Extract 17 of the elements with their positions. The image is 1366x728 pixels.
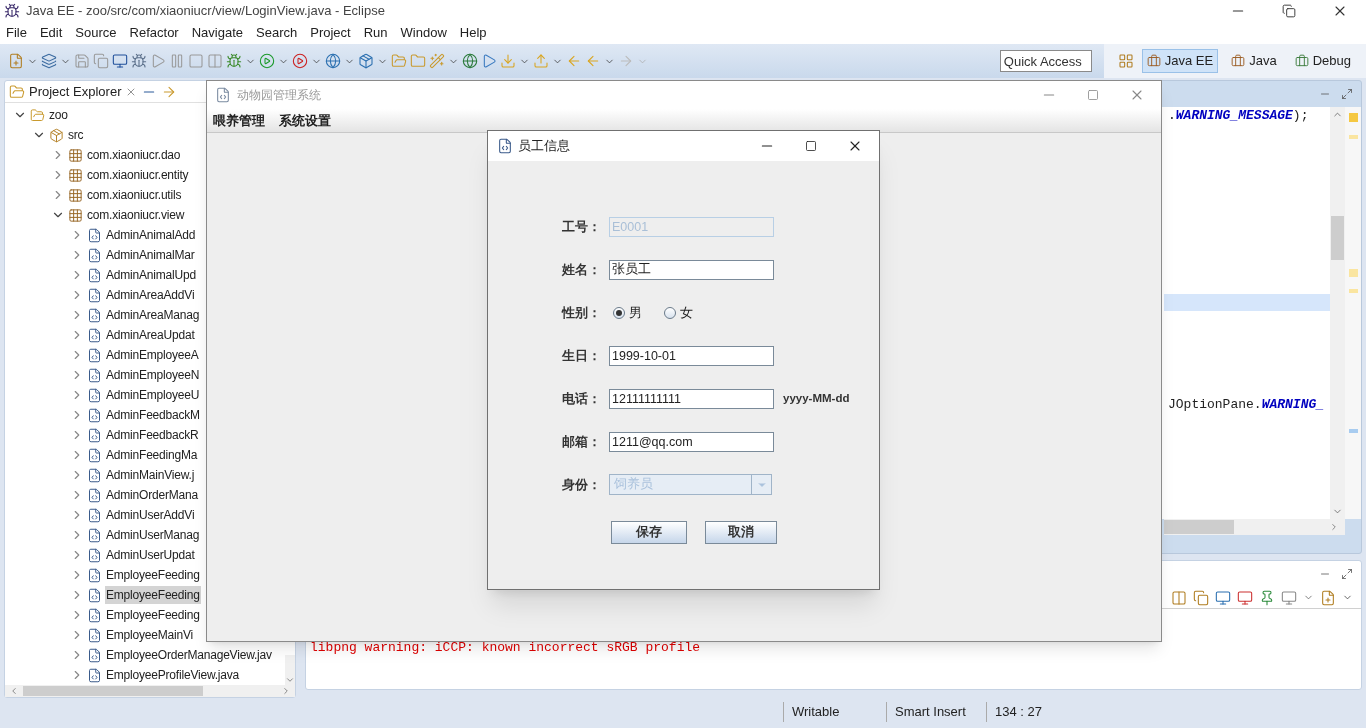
console-line: libpng warning: iCCP: known incorrect sRGB profile bbox=[310, 640, 702, 656]
field-label: 工号： bbox=[562, 217, 602, 236]
field-label: 姓名： bbox=[562, 260, 602, 279]
window-title: Java EE - zoo/src/com/xiaoniucr/view/LoginView.java - Eclipse bbox=[26, 2, 385, 21]
window-title: 动物园管理系统 bbox=[237, 87, 321, 104]
status-text: 134 : 27 bbox=[986, 702, 1076, 722]
dialog-title: 员工信息 bbox=[518, 137, 570, 156]
field-label: 性别： bbox=[562, 303, 602, 322]
format-hint: yyyy-MM-dd bbox=[783, 390, 850, 406]
status-text: Smart Insert bbox=[886, 702, 986, 722]
code-line: .WARNING_MESSAGE); bbox=[1167, 107, 1310, 124]
field-label: 电话： bbox=[562, 389, 602, 408]
code-line: JOptionPane.WARNING_ bbox=[1167, 396, 1326, 413]
field-label: 生日： bbox=[562, 346, 602, 365]
status-text: Writable bbox=[783, 702, 886, 722]
field-label: 身份： bbox=[562, 475, 602, 494]
field-label: 邮箱： bbox=[562, 432, 602, 451]
